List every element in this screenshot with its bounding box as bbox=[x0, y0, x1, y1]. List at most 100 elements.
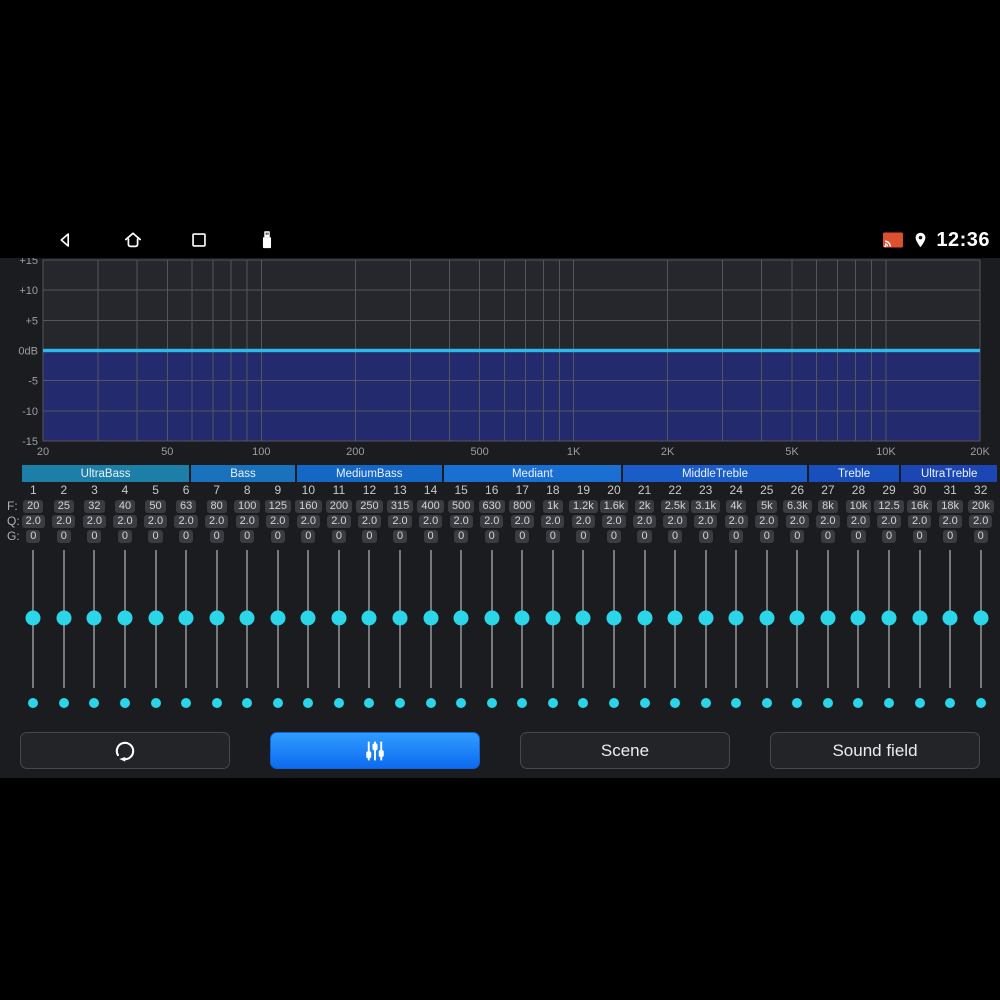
gain-value-chip[interactable]: 0 bbox=[973, 530, 988, 543]
slider-knob[interactable] bbox=[728, 610, 744, 626]
freq-value-chip[interactable]: 4k bbox=[726, 500, 747, 513]
slider-knob[interactable] bbox=[789, 610, 805, 626]
slider-knob[interactable] bbox=[148, 610, 164, 626]
gain-slider[interactable] bbox=[843, 545, 874, 690]
q-value-chip[interactable]: 2.0 bbox=[816, 515, 840, 528]
gain-value-chip[interactable]: 0 bbox=[209, 530, 224, 543]
gain-value-chip[interactable]: 0 bbox=[851, 530, 866, 543]
recents-icon[interactable] bbox=[188, 229, 210, 251]
slider-knob[interactable] bbox=[514, 610, 530, 626]
q-value-chip[interactable]: 2.0 bbox=[694, 515, 718, 528]
gain-value-chip[interactable]: 0 bbox=[606, 530, 622, 543]
gain-slider[interactable] bbox=[965, 545, 996, 690]
q-value-chip[interactable]: 2.0 bbox=[846, 515, 871, 528]
gain-slider[interactable] bbox=[110, 545, 141, 690]
q-value-chip[interactable]: 2.0 bbox=[82, 515, 107, 528]
slider-knob[interactable] bbox=[637, 610, 653, 626]
slider-knob[interactable] bbox=[667, 610, 683, 626]
freq-value-chip[interactable]: 25 bbox=[53, 500, 74, 513]
slider-knob[interactable] bbox=[484, 610, 500, 626]
freq-value-chip[interactable]: 630 bbox=[478, 500, 505, 513]
gain-value-chip[interactable]: 0 bbox=[881, 530, 897, 543]
gain-value-chip[interactable]: 0 bbox=[484, 530, 499, 543]
q-value-chip[interactable]: 2.0 bbox=[663, 515, 687, 528]
usb-drive-icon[interactable] bbox=[256, 228, 278, 252]
freq-value-chip[interactable]: 8k bbox=[818, 500, 838, 513]
slider-knob[interactable] bbox=[759, 610, 775, 626]
freq-value-chip[interactable]: 2.5k bbox=[660, 500, 690, 513]
gain-value-chip[interactable]: 0 bbox=[729, 530, 744, 543]
gain-value-chip[interactable]: 0 bbox=[270, 530, 285, 543]
freq-value-chip[interactable]: 500 bbox=[447, 500, 475, 513]
gain-value-chip[interactable]: 0 bbox=[943, 530, 958, 543]
gain-value-chip[interactable]: 0 bbox=[148, 530, 163, 543]
q-value-chip[interactable]: 2.0 bbox=[113, 515, 137, 528]
gain-slider[interactable] bbox=[79, 545, 110, 690]
q-value-chip[interactable]: 2.0 bbox=[480, 515, 504, 528]
q-value-chip[interactable]: 2.0 bbox=[418, 515, 443, 528]
q-value-chip[interactable]: 2.0 bbox=[205, 515, 229, 528]
slider-knob[interactable] bbox=[331, 610, 347, 626]
q-value-chip[interactable]: 2.0 bbox=[357, 515, 382, 528]
gain-slider[interactable] bbox=[171, 545, 202, 690]
slider-knob[interactable] bbox=[178, 610, 194, 626]
q-value-chip[interactable]: 2.0 bbox=[235, 515, 259, 528]
gain-value-chip[interactable]: 0 bbox=[423, 530, 438, 543]
slider-knob[interactable] bbox=[575, 610, 591, 626]
gain-value-chip[interactable]: 0 bbox=[56, 530, 71, 543]
gain-slider[interactable] bbox=[446, 545, 477, 690]
freq-value-chip[interactable]: 10k bbox=[845, 500, 872, 513]
gain-slider[interactable] bbox=[476, 545, 507, 690]
scene-button[interactable]: Scene bbox=[520, 732, 730, 769]
q-value-chip[interactable]: 2.0 bbox=[541, 515, 565, 528]
back-icon[interactable] bbox=[54, 229, 76, 251]
freq-value-chip[interactable]: 3.1k bbox=[691, 500, 721, 513]
gain-slider[interactable] bbox=[599, 545, 630, 690]
sound-field-button[interactable]: Sound field bbox=[770, 732, 980, 769]
gain-slider[interactable] bbox=[904, 545, 935, 690]
gain-value-chip[interactable]: 0 bbox=[392, 530, 408, 543]
slider-knob[interactable] bbox=[881, 610, 897, 626]
freq-value-chip[interactable]: 125 bbox=[264, 500, 291, 513]
freq-value-chip[interactable]: 315 bbox=[386, 500, 414, 513]
slider-knob[interactable] bbox=[973, 610, 989, 626]
freq-value-chip[interactable]: 2k bbox=[634, 500, 655, 513]
gain-value-chip[interactable]: 0 bbox=[637, 530, 652, 543]
slider-knob[interactable] bbox=[86, 610, 102, 626]
q-value-chip[interactable]: 2.0 bbox=[52, 515, 76, 528]
gain-value-chip[interactable]: 0 bbox=[790, 530, 805, 543]
slider-knob[interactable] bbox=[239, 610, 255, 626]
freq-value-chip[interactable]: 1k bbox=[543, 500, 563, 513]
q-value-chip[interactable]: 2.0 bbox=[266, 515, 290, 528]
gain-value-chip[interactable]: 0 bbox=[698, 530, 713, 543]
gain-value-chip[interactable]: 0 bbox=[759, 530, 774, 543]
freq-value-chip[interactable]: 20 bbox=[23, 500, 44, 513]
slider-knob[interactable] bbox=[56, 610, 72, 626]
home-icon[interactable] bbox=[122, 229, 145, 252]
gain-slider[interactable] bbox=[660, 545, 691, 690]
slider-knob[interactable] bbox=[361, 610, 377, 626]
gain-slider[interactable] bbox=[232, 545, 263, 690]
slider-knob[interactable] bbox=[270, 610, 286, 626]
gain-value-chip[interactable]: 0 bbox=[576, 530, 591, 543]
freq-value-chip[interactable]: 400 bbox=[417, 500, 444, 513]
gain-value-chip[interactable]: 0 bbox=[117, 530, 133, 543]
freq-value-chip[interactable]: 100 bbox=[234, 500, 261, 513]
gain-slider[interactable] bbox=[293, 545, 324, 690]
freq-value-chip[interactable]: 200 bbox=[325, 500, 353, 513]
gain-slider[interactable] bbox=[629, 545, 660, 690]
gain-value-chip[interactable]: 0 bbox=[87, 530, 102, 543]
slider-knob[interactable] bbox=[850, 610, 866, 626]
equalizer-button[interactable] bbox=[270, 732, 480, 769]
gain-value-chip[interactable]: 0 bbox=[301, 530, 316, 543]
slider-knob[interactable] bbox=[453, 610, 469, 626]
gain-slider[interactable] bbox=[538, 545, 569, 690]
gain-slider[interactable] bbox=[324, 545, 355, 690]
gain-slider[interactable] bbox=[721, 545, 752, 690]
gain-slider[interactable] bbox=[354, 545, 385, 690]
q-value-chip[interactable]: 2.0 bbox=[724, 515, 748, 528]
q-value-chip[interactable]: 2.0 bbox=[571, 515, 596, 528]
freq-value-chip[interactable]: 16k bbox=[906, 500, 933, 513]
freq-value-chip[interactable]: 250 bbox=[356, 500, 383, 513]
gain-value-chip[interactable]: 0 bbox=[912, 530, 927, 543]
